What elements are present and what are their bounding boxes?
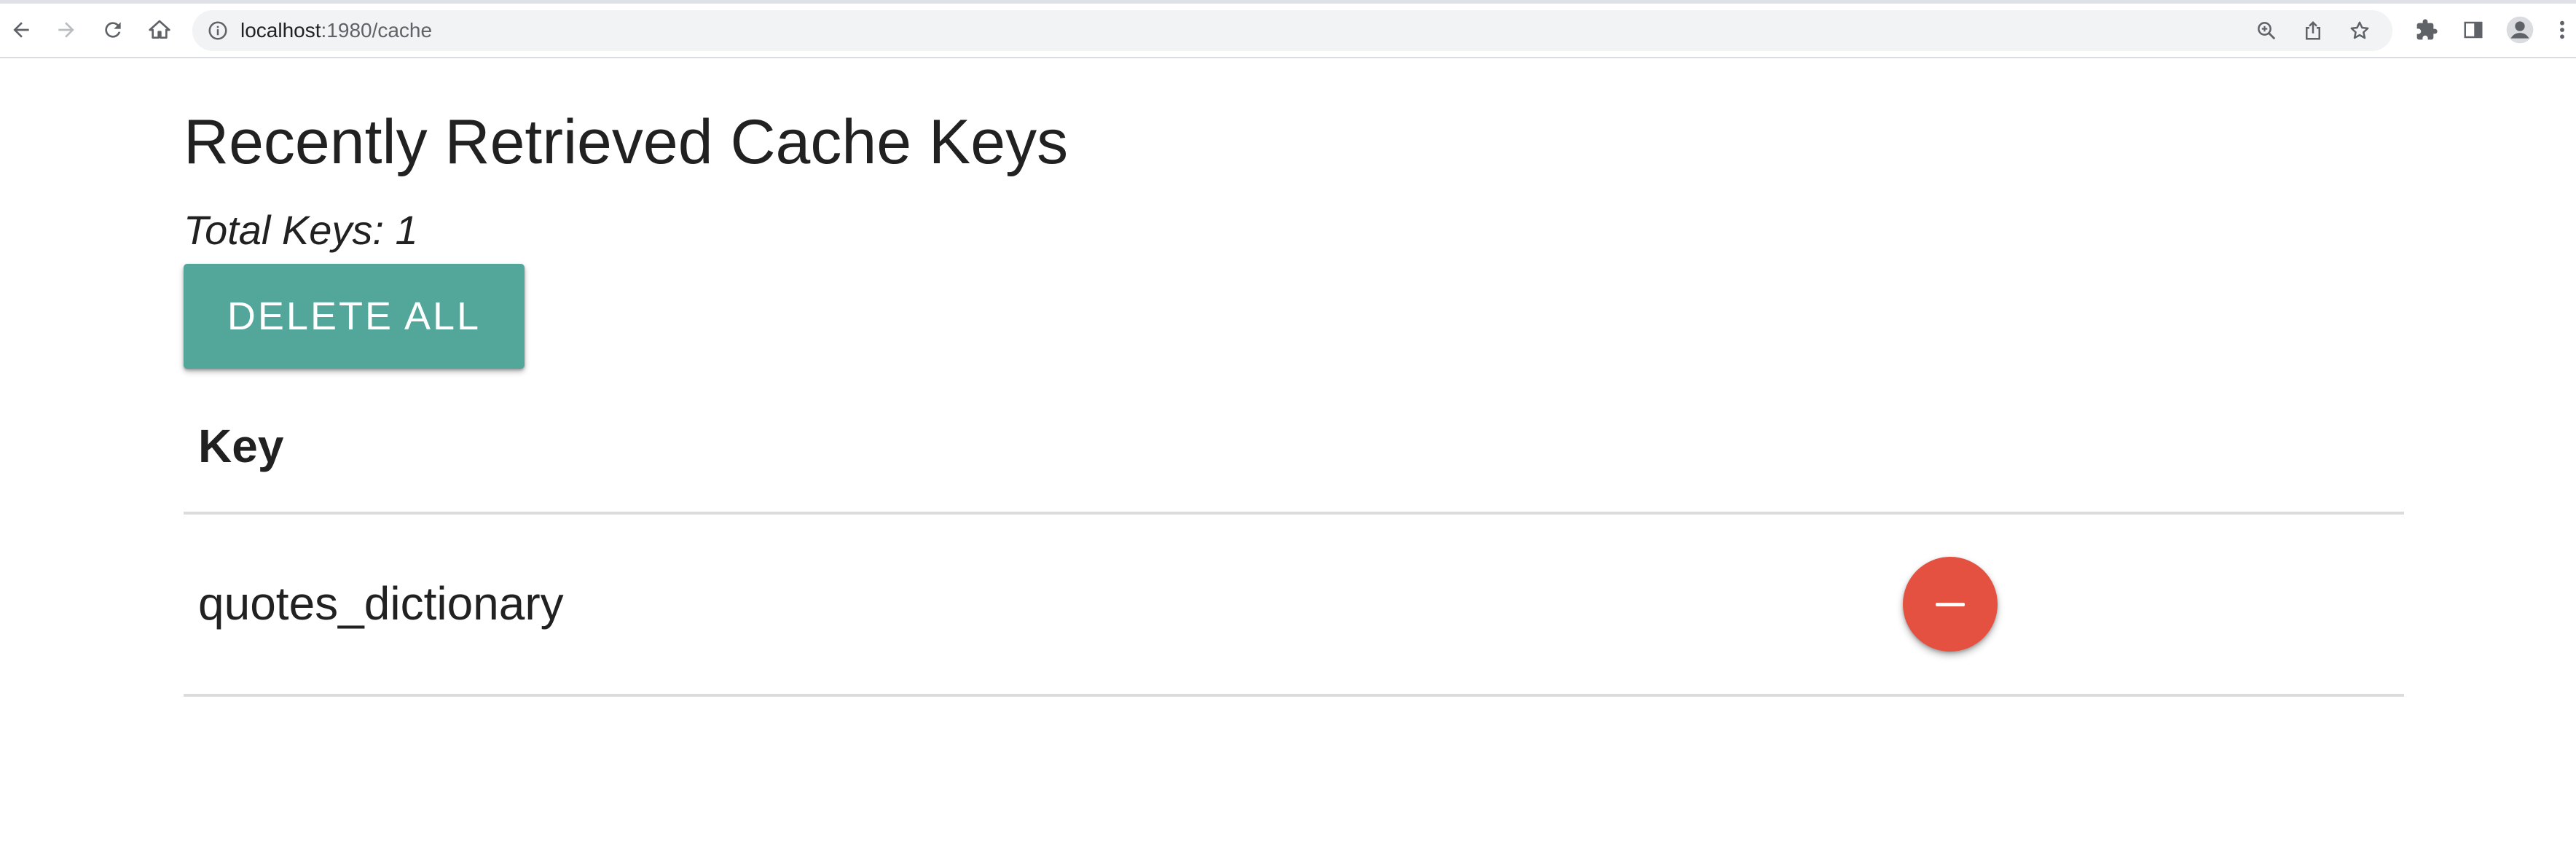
address-bar[interactable]: localhost:1980/cache: [192, 10, 2392, 51]
arrow-left-icon: [13, 22, 29, 38]
bookmark-button[interactable]: [2343, 14, 2376, 47]
url-text[interactable]: localhost:1980/cache: [240, 20, 432, 42]
share-button[interactable]: [2296, 14, 2330, 47]
url-path: :1980/cache: [321, 19, 433, 42]
info-icon[interactable]: [207, 20, 229, 42]
profile-button[interactable]: [2503, 13, 2537, 47]
star-icon: [2350, 21, 2369, 39]
reload-button[interactable]: [96, 13, 130, 47]
minus-icon: [1936, 602, 1965, 606]
home-button[interactable]: [143, 13, 176, 47]
reload-icon: [105, 22, 121, 38]
home-icon: [149, 20, 170, 39]
share-icon: [2306, 20, 2320, 40]
cache-keys-table: Key quotes_dictionary: [184, 389, 2404, 697]
total-keys-count: Total Keys: 1: [184, 207, 418, 253]
tab-strip-edge: [0, 0, 2576, 4]
side-panel-icon: [2464, 21, 2483, 39]
delete-all-button[interactable]: DELETE ALL: [184, 264, 525, 369]
puzzle-icon: [2416, 19, 2438, 40]
url-host: localhost: [240, 19, 321, 42]
table-row: quotes_dictionary: [184, 515, 2404, 697]
browser-toolbar: localhost:1980/cache: [0, 0, 2576, 58]
table-header: Key: [184, 389, 2404, 515]
zoom-button[interactable]: [2250, 14, 2283, 47]
remove-key-button[interactable]: [1903, 557, 1998, 652]
menu-button[interactable]: [2551, 13, 2573, 47]
column-header-key: Key: [198, 420, 284, 472]
extensions-button[interactable]: [2410, 13, 2443, 47]
zoom-icon: [2258, 22, 2276, 40]
kebab-menu-icon: [2560, 20, 2564, 39]
profile-icon: [2506, 16, 2534, 44]
arrow-right-icon: [58, 22, 74, 38]
forward-button[interactable]: [50, 13, 83, 47]
side-panel-button[interactable]: [2457, 13, 2490, 47]
cache-key-cell: quotes_dictionary: [198, 577, 564, 630]
back-button[interactable]: [4, 13, 38, 47]
page-title: Recently Retrieved Cache Keys: [184, 107, 1069, 177]
